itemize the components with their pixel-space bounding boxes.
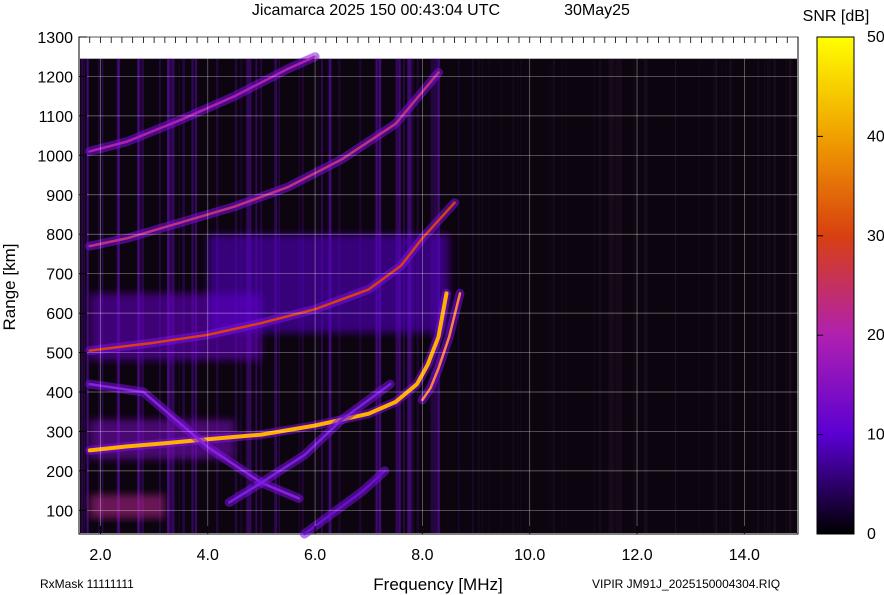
interference-streak bbox=[612, 58, 615, 533]
colorbar-tick-label: 10 bbox=[867, 427, 884, 444]
y-tick-label: 400 bbox=[46, 385, 73, 402]
colorbar-label: SNR [dB] bbox=[803, 8, 870, 25]
interference-streak bbox=[764, 58, 766, 533]
interference-streak bbox=[713, 58, 715, 533]
interference-streak bbox=[598, 58, 602, 533]
x-tick-label: 2.0 bbox=[89, 547, 111, 564]
interference-streak bbox=[527, 58, 529, 533]
colorbar-tick-label: 50 bbox=[867, 29, 884, 46]
interference-streak bbox=[517, 58, 519, 533]
y-tick-label: 700 bbox=[46, 267, 73, 284]
y-tick-label: 1200 bbox=[37, 69, 73, 86]
rxmask-label: RxMask 11111111 bbox=[40, 577, 134, 591]
interference-streak bbox=[716, 58, 718, 533]
date-label: 30May25 bbox=[564, 2, 630, 19]
file-label: VIPIR JM91J_2025150004304.RIQ bbox=[592, 577, 780, 591]
interference-streak bbox=[83, 58, 85, 533]
interference-streak bbox=[785, 58, 788, 533]
interference-streak bbox=[789, 58, 791, 533]
interference-streak bbox=[721, 58, 723, 533]
colorbar-tick-label: 20 bbox=[867, 327, 884, 344]
interference-streak bbox=[767, 58, 769, 533]
y-tick-label: 300 bbox=[46, 424, 73, 441]
y-axis-label: Range [km] bbox=[0, 244, 19, 331]
interference-streak bbox=[87, 58, 89, 533]
interference-streak bbox=[565, 58, 567, 533]
interference-streak bbox=[477, 58, 480, 533]
x-tick-label: 10.0 bbox=[514, 547, 545, 564]
colorbar bbox=[816, 36, 855, 535]
interference-streak bbox=[724, 58, 727, 533]
y-tick-label: 100 bbox=[46, 503, 73, 520]
interference-streak bbox=[773, 58, 777, 533]
interference-streak bbox=[617, 58, 620, 533]
interference-streak bbox=[512, 58, 515, 533]
y-tick-label: 200 bbox=[46, 464, 73, 481]
interference-streak bbox=[551, 58, 554, 533]
interference-streak bbox=[553, 58, 555, 533]
y-tick-label: 600 bbox=[46, 306, 73, 323]
colorbar-tick-label: 0 bbox=[867, 526, 876, 543]
interference-streak bbox=[81, 58, 83, 533]
ionogram-chart: 2.0 4.0 6.0 8.0 10.0 12.0 14.01002003004005006… bbox=[0, 2, 884, 594]
interference-streak bbox=[730, 58, 732, 533]
interference-streak bbox=[646, 58, 648, 533]
interference-streak bbox=[674, 58, 677, 533]
interference-streak bbox=[520, 58, 522, 533]
interference-streak bbox=[768, 58, 771, 533]
interference-streak bbox=[615, 58, 618, 533]
interference-streak bbox=[643, 58, 646, 533]
interference-streak bbox=[481, 58, 484, 533]
y-tick-label: 800 bbox=[46, 227, 73, 244]
y-tick-label: 1100 bbox=[39, 109, 74, 126]
y-tick-label: 900 bbox=[46, 188, 73, 205]
chart-title: Jicamarca 2025 150 00:43:04 UTC bbox=[252, 2, 500, 19]
interference-streak bbox=[561, 58, 563, 533]
interference-streak bbox=[593, 58, 596, 533]
interference-streak bbox=[488, 58, 491, 533]
y-tick-label: 1000 bbox=[37, 148, 73, 165]
echo-blob bbox=[89, 494, 165, 519]
x-tick-label: 14.0 bbox=[729, 547, 760, 564]
interference-streak bbox=[633, 58, 636, 533]
x-axis-label: Frequency [MHz] bbox=[373, 575, 502, 594]
x-tick-label: 12.0 bbox=[621, 547, 652, 564]
colorbar-tick-label: 40 bbox=[867, 128, 884, 145]
y-tick-label: 1300 bbox=[37, 30, 73, 47]
colorbar-tick-label: 30 bbox=[867, 228, 884, 245]
interference-streak bbox=[620, 58, 622, 533]
interference-streak bbox=[698, 58, 700, 533]
interference-streak bbox=[472, 58, 474, 533]
x-tick-label: 4.0 bbox=[197, 547, 219, 564]
x-tick-label: 6.0 bbox=[304, 547, 326, 564]
interference-streak bbox=[757, 58, 760, 533]
interference-streak bbox=[499, 58, 502, 533]
interference-streak bbox=[547, 58, 550, 533]
x-tick-label: 8.0 bbox=[411, 547, 433, 564]
y-tick-label: 500 bbox=[46, 346, 73, 363]
